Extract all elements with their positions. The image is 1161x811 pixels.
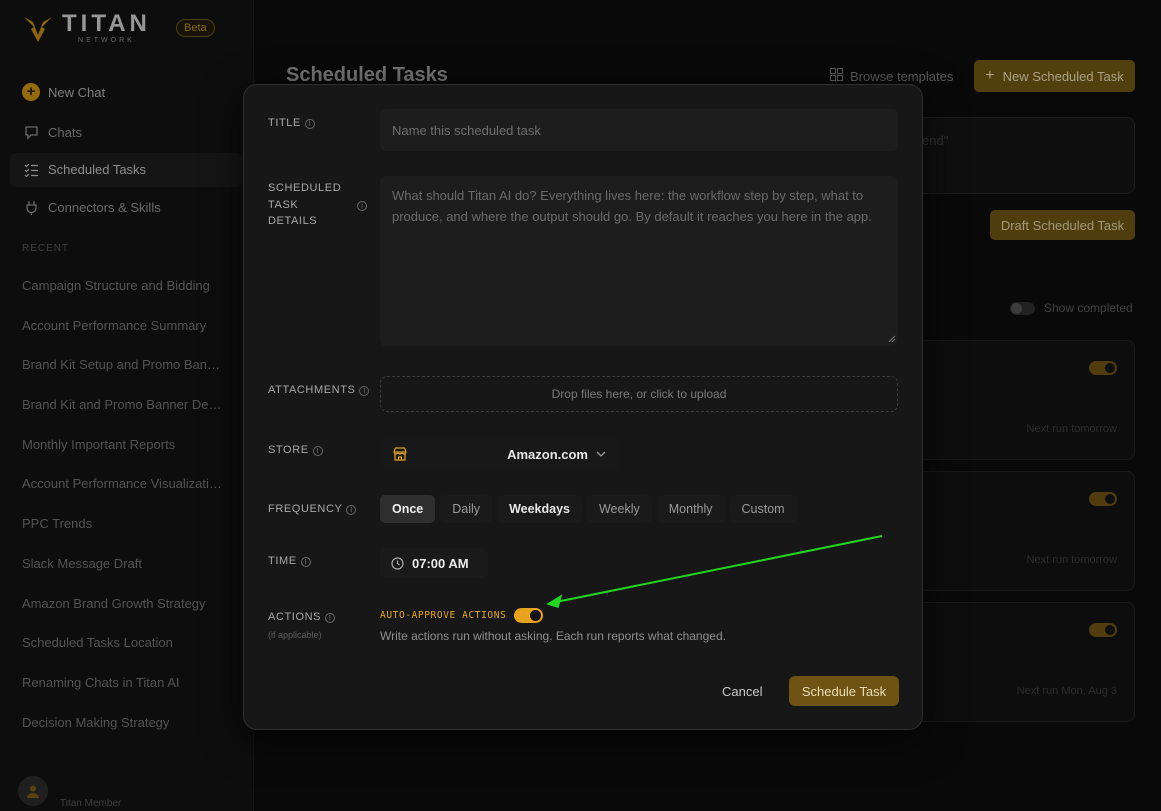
frequency-option-once[interactable]: Once <box>380 495 436 523</box>
frequency-option-weekly[interactable]: Weekly <box>586 495 652 523</box>
chevron-down-icon <box>596 451 606 457</box>
frequency-label: FREQUENCY i <box>268 501 357 518</box>
actions-label: ACTIONS i <box>268 609 336 626</box>
store-select[interactable]: Amazon.com <box>380 438 620 470</box>
auto-approve-toggle-row[interactable]: AUTO-APPROVE ACTIONS <box>380 608 544 623</box>
details-label: SCHEDULED TASK DETAILS <box>268 182 342 227</box>
info-icon[interactable]: i <box>325 613 336 623</box>
info-icon[interactable]: i <box>304 119 315 129</box>
time-value: 07:00 AM <box>412 555 469 571</box>
store-icon <box>393 447 407 461</box>
info-icon[interactable]: i <box>359 386 370 396</box>
info-icon[interactable]: i <box>312 446 323 456</box>
frequency-option-daily[interactable]: Daily <box>440 495 493 523</box>
title-input[interactable] <box>380 109 898 151</box>
attachments-label: ATTACHMENTS i <box>268 382 370 399</box>
auto-approve-toggle[interactable] <box>514 608 544 623</box>
frequency-option-weekdays[interactable]: Weekdays <box>497 495 582 523</box>
task-details-textarea[interactable] <box>380 176 898 346</box>
frequency-option-monthly[interactable]: Monthly <box>656 495 725 523</box>
frequency-option-custom[interactable]: Custom <box>729 495 797 523</box>
info-icon[interactable]: i <box>346 505 357 515</box>
schedule-task-button[interactable]: Schedule Task <box>789 676 899 706</box>
info-icon[interactable]: i <box>357 201 367 211</box>
title-label: TITLE i <box>268 115 315 132</box>
cancel-button[interactable]: Cancel <box>722 677 762 705</box>
actions-sublabel: (if applicable) <box>268 630 322 640</box>
auto-approve-description: Write actions run without asking. Each r… <box>380 629 726 643</box>
schedule-task-dialog: TITLEi SCHEDULED TASK DETAILS i ATTACHME… <box>243 84 923 730</box>
time-picker[interactable]: 07:00 AM <box>380 548 488 578</box>
info-icon[interactable]: i <box>300 557 311 567</box>
time-label: TIME i <box>268 553 311 570</box>
file-dropzone[interactable]: Drop files here, or click to upload <box>380 376 898 412</box>
resize-handle-icon[interactable] <box>888 335 896 343</box>
store-value: Amazon.com <box>507 446 588 462</box>
clock-icon <box>391 556 404 570</box>
store-label: STORE i <box>268 442 323 459</box>
frequency-options: Once Daily Weekdays Weekly Monthly Custo… <box>380 495 797 523</box>
auto-approve-label: AUTO-APPROVE ACTIONS <box>380 610 507 621</box>
